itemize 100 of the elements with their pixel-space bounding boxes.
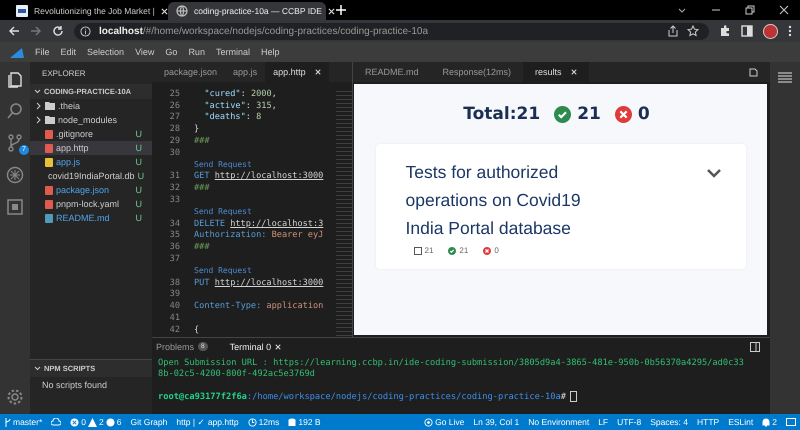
status-item[interactable]: LF xyxy=(598,417,608,427)
broadcast-icon xyxy=(424,418,434,426)
forward-icon[interactable] xyxy=(30,25,42,37)
test-count: 21 xyxy=(424,246,434,255)
settings-icon[interactable] xyxy=(6,388,24,406)
status-item[interactable]: Spaces: 4 xyxy=(650,417,688,427)
maximize-panel-icon[interactable] xyxy=(750,342,760,352)
terminal-prompt: root@ca93177f2f6a:/home/workspace/nodejs/coding-practices/coding-practice-10a# xyxy=(158,392,566,402)
menu-item[interactable]: Run xyxy=(188,47,205,57)
chevron-down-icon xyxy=(34,366,41,371)
empty-message: No scripts found xyxy=(41,379,108,392)
status-item[interactable]: Ln 39, Col 1 xyxy=(473,417,520,427)
open-preview-icon[interactable] xyxy=(748,67,758,77)
status-item[interactable]: Go Live xyxy=(424,417,464,427)
line-number: 29 xyxy=(168,136,181,146)
chevron-down-icon xyxy=(34,89,41,94)
code-line: "active": 315, xyxy=(203,100,277,111)
status-item[interactable]: No Environment xyxy=(528,417,590,427)
puzzle-icon[interactable] xyxy=(719,25,731,37)
more-icon[interactable] xyxy=(788,25,792,37)
files-icon[interactable] xyxy=(6,70,24,88)
status-item[interactable]: master* xyxy=(4,417,42,427)
browser-tab[interactable]: Revolutionizing the Job Market | xyxy=(8,2,166,20)
tree-item[interactable]: app.http U xyxy=(30,141,152,155)
new-tab-icon[interactable] xyxy=(336,5,346,15)
back-icon[interactable] xyxy=(8,25,20,37)
menu-item[interactable]: Selection xyxy=(87,47,124,57)
code-line: DELETE http://localhost:3 xyxy=(194,218,324,229)
check-circle-icon xyxy=(448,246,456,254)
close-icon[interactable] xyxy=(779,5,789,15)
line-number: 40 xyxy=(168,301,181,312)
tree-item[interactable]: node_modules xyxy=(30,113,152,127)
menu-item[interactable]: Help xyxy=(260,47,280,57)
status-item[interactable]: Git Graph xyxy=(130,417,168,427)
close-icon[interactable] xyxy=(328,8,335,14)
error-icon xyxy=(70,418,80,426)
bell-icon xyxy=(762,418,770,426)
status-item[interactable]: ESLint xyxy=(728,417,754,427)
tree-item[interactable]: .theia xyxy=(30,99,152,113)
code-lens-link[interactable]: Send Request xyxy=(194,266,252,276)
search-icon[interactable] xyxy=(6,102,24,120)
failed-count: 0 xyxy=(638,104,650,124)
status-item[interactable]: HTTP xyxy=(697,417,720,427)
info-icon[interactable] xyxy=(80,26,91,36)
menu-item[interactable]: Go xyxy=(165,47,178,57)
code-line: } xyxy=(194,124,200,134)
reload-icon[interactable] xyxy=(52,25,64,37)
site-icon xyxy=(16,5,28,17)
check-circle-icon xyxy=(554,106,572,122)
editor-tab[interactable]: app.js xyxy=(225,62,266,82)
tree-item[interactable]: .gitignore U xyxy=(30,127,152,141)
menu-item[interactable]: View xyxy=(135,47,154,57)
chevron-down-icon[interactable] xyxy=(706,168,722,178)
code-lens-link[interactable]: Send Request xyxy=(194,207,252,216)
status-item[interactable]: 12ms xyxy=(248,417,280,427)
menu-item[interactable]: Terminal xyxy=(216,47,250,57)
star-icon[interactable] xyxy=(687,25,699,37)
tree-item[interactable]: covid19IndiaPortal.db U xyxy=(30,169,152,183)
passed-count: 21 xyxy=(577,104,601,124)
sidebar-icon[interactable] xyxy=(741,25,753,37)
editor-tab[interactable]: Response(12ms) xyxy=(430,62,524,82)
editor-tab[interactable]: results xyxy=(523,62,589,82)
close-icon[interactable] xyxy=(160,8,168,14)
extensions-icon[interactable] xyxy=(6,198,24,216)
total-count: Total:21 xyxy=(463,104,540,124)
tree-item[interactable]: package.json U xyxy=(30,183,152,197)
panel-tab[interactable]: Terminal 0 xyxy=(230,342,282,352)
source-control-icon[interactable] xyxy=(6,134,24,152)
menu-item[interactable]: File xyxy=(35,47,50,57)
tree-item[interactable]: README.md U xyxy=(30,211,152,225)
code-lens-link[interactable]: Send Request xyxy=(194,160,252,170)
clock-icon xyxy=(248,418,257,426)
close-icon[interactable] xyxy=(570,69,577,75)
restore-icon[interactable] xyxy=(745,5,755,15)
tree-item[interactable]: app.js U xyxy=(30,155,152,169)
avatar[interactable] xyxy=(763,24,778,38)
menu-item[interactable]: Edit xyxy=(60,47,76,57)
line-number: 25 xyxy=(168,88,181,99)
terminal-output: Open Submission URL : https://learning.ccbp.in/ide-coding-submission/3805d9a4-3865-481e-950b-0b56370a4295/ad0c338b-02c5-4200-800f-492ac5e3769d xyxy=(158,358,745,380)
bug-icon[interactable] xyxy=(6,166,24,184)
editor-tab[interactable]: package.json xyxy=(156,62,226,82)
status-item[interactable]: 0 2 6 xyxy=(70,417,122,427)
code-line: Authorization: Bearer eyJ xyxy=(194,230,324,240)
editor-tab[interactable]: README.md xyxy=(353,62,431,82)
globe-icon xyxy=(176,5,188,17)
close-icon[interactable] xyxy=(275,344,282,350)
code-line: "deaths": 8 xyxy=(203,112,262,122)
status-item[interactable]: UTF-8 xyxy=(617,417,642,427)
address-bar[interactable]: localhost/#/home/workspace/nodejs/coding-practices/coding-practice-10a xyxy=(74,22,709,40)
code-line: ### xyxy=(194,183,210,194)
close-icon[interactable] xyxy=(314,69,321,75)
tree-item[interactable]: pnpm-lock.yaml U xyxy=(30,197,152,211)
share-icon[interactable] xyxy=(667,25,679,37)
database-icon xyxy=(288,418,296,426)
code-line: GET http://localhost:3000 xyxy=(194,171,324,182)
status-item[interactable]: 192 B xyxy=(288,417,321,427)
status-item[interactable]: 2 xyxy=(762,417,777,427)
editor-tab[interactable]: app.http xyxy=(265,62,329,82)
outline-icon[interactable] xyxy=(778,72,792,84)
status-item[interactable]: http | ✓ app.http xyxy=(176,417,239,427)
